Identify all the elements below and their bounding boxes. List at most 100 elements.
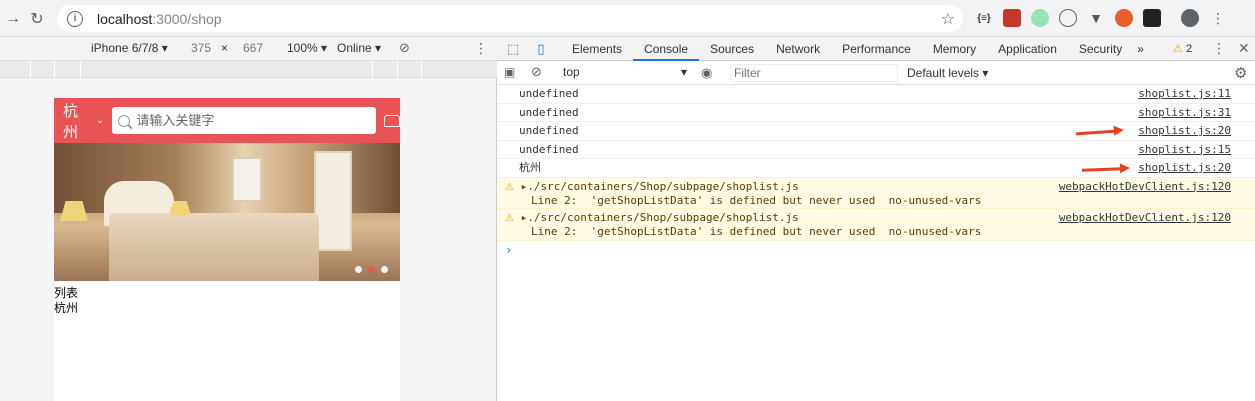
log-source-link[interactable]: shoplist.js:11 <box>1138 85 1231 103</box>
sidebar-toggle-icon[interactable]: ▣ <box>504 65 515 79</box>
carousel-indicators <box>355 266 388 273</box>
tab-application[interactable]: Application <box>987 37 1068 61</box>
more-tabs-button[interactable]: » <box>1133 37 1148 61</box>
log-source-link[interactable]: shoplist.js:20 <box>1138 159 1231 177</box>
bookmark-star-icon[interactable]: ☆ <box>941 9 955 29</box>
tab-memory[interactable]: Memory <box>922 37 987 61</box>
log-source-link[interactable]: shoplist.js:20 <box>1138 122 1231 140</box>
warning-message: Line 2: 'getShopListData' is defined but… <box>531 225 982 238</box>
green-extension-icon[interactable] <box>1031 9 1049 27</box>
warning-icon: ⚠ <box>505 213 514 224</box>
zoom-select[interactable]: 100% ▾ <box>287 41 327 55</box>
clear-console-icon[interactable]: ⊘ <box>531 64 542 80</box>
carousel-banner[interactable] <box>54 143 400 281</box>
warning-source-link[interactable]: webpackHotDevClient.js:120 <box>1059 180 1231 193</box>
warning-message: Line 2: 'getShopListData' is defined but… <box>531 193 982 207</box>
console-log-row: undefined shoplist.js:11 <box>497 85 1255 104</box>
tab-elements[interactable]: Elements <box>561 37 633 61</box>
red-extension-icon[interactable] <box>1003 9 1021 27</box>
console-toolbar: ▣ ⊘ top ▾ ◉ Default levels ▾ ⚙ <box>497 61 1255 85</box>
devtools-menu-icon[interactable]: ⋮ <box>1212 40 1226 57</box>
viewport-width[interactable]: 375 <box>191 41 211 55</box>
search-box[interactable] <box>112 107 377 134</box>
url-host: localhost <box>97 10 153 27</box>
warning-count: 2 <box>1185 43 1193 55</box>
network-throttle-select[interactable]: Online ▾ <box>337 41 381 55</box>
close-icon[interactable]: ✕ <box>1238 40 1250 57</box>
log-source-link[interactable]: shoplist.js:15 <box>1138 141 1231 159</box>
device-toolbar: iPhone 6/7/8 ▾ 375 × 667 100% ▾ Online ▾… <box>0 37 497 61</box>
log-message: 杭州 <box>519 161 541 174</box>
log-message: undefined <box>519 87 579 100</box>
vue-devtools-icon[interactable]: ▼ <box>1087 9 1105 27</box>
tab-network[interactable]: Network <box>765 37 831 61</box>
viewport-height[interactable]: 667 <box>243 41 263 55</box>
search-input[interactable] <box>136 113 357 128</box>
list-section: 列表 杭州 <box>54 281 400 316</box>
warning-icon: ⚠ <box>1173 43 1183 55</box>
log-message: undefined <box>519 124 579 137</box>
history-extension-icon[interactable] <box>1059 9 1077 27</box>
context-value: top <box>563 65 580 79</box>
dark-extension-icon[interactable] <box>1143 9 1161 27</box>
log-levels-select[interactable]: Default levels ▾ <box>907 66 988 80</box>
carousel-dot[interactable] <box>381 266 388 273</box>
device-select[interactable]: iPhone 6/7/8 ▾ <box>91 41 168 55</box>
profile-avatar-icon[interactable] <box>1181 9 1199 27</box>
search-icon <box>118 114 131 127</box>
live-expression-eye-icon[interactable]: ◉ <box>701 65 712 81</box>
console-warning-row[interactable]: ⚠ ▸./src/containers/Shop/subpage/shoplis… <box>497 177 1255 209</box>
context-select[interactable]: top ▾ <box>563 65 687 81</box>
console-output: undefined shoplist.js:11 undefined shopl… <box>497 85 1255 259</box>
rotate-icon[interactable]: ⊘ <box>399 40 410 56</box>
city-selector[interactable]: 杭州 ⌄ <box>63 100 104 142</box>
warning-source-link[interactable]: webpackHotDevClient.js:120 <box>1059 211 1231 224</box>
url-text[interactable]: localhost:3000/shop <box>97 11 222 27</box>
list-label: 列表 <box>54 286 79 300</box>
site-info-icon[interactable]: i <box>67 10 83 27</box>
device-viewport: 杭州 ⌄ 列表 杭州 <box>0 78 497 401</box>
carousel-dot-active[interactable] <box>368 266 375 273</box>
warning-counter[interactable]: ⚠ 2 <box>1173 42 1192 55</box>
chrome-menu-icon[interactable]: ⋮ <box>1209 9 1227 27</box>
user-icon[interactable] <box>384 114 400 127</box>
tab-console[interactable]: Console <box>633 37 700 61</box>
filter-input[interactable] <box>730 64 898 82</box>
warning-path: ▸./src/containers/Shop/subpage/shoplist.… <box>520 211 799 224</box>
app-screen: 杭州 ⌄ 列表 杭州 <box>54 98 400 401</box>
console-log-row: 杭州 shoplist.js:20 <box>497 159 1255 178</box>
carousel-dot[interactable] <box>355 266 362 273</box>
gear-icon[interactable]: ⚙ <box>1234 64 1247 82</box>
warning-path: ▸./src/containers/Shop/subpage/shoplist.… <box>520 179 799 193</box>
dropdown-arrow-icon: ▾ <box>680 65 687 79</box>
reload-icon[interactable]: ↻ <box>24 6 50 32</box>
list-city: 杭州 <box>54 301 79 315</box>
console-log-row: undefined shoplist.js:20 <box>497 122 1255 141</box>
browser-toolbar: → ↻ i localhost:3000/shop ☆ {≡} ▼ ⋮ <box>0 0 1255 37</box>
json-extension-icon[interactable]: {≡} <box>975 9 993 27</box>
dimension-separator: × <box>221 41 229 55</box>
tab-performance[interactable]: Performance <box>831 37 922 61</box>
console-log-row: undefined shoplist.js:31 <box>497 104 1255 122</box>
forward-icon[interactable]: → <box>0 6 26 32</box>
device-menu-icon[interactable]: ⋮ <box>474 40 488 57</box>
inspect-element-icon[interactable]: ⬚ <box>505 41 521 57</box>
tab-sources[interactable]: Sources <box>699 37 765 61</box>
orange-extension-icon[interactable] <box>1115 9 1133 27</box>
media-query-ruler <box>0 61 497 78</box>
warning-icon: ⚠ <box>505 181 514 193</box>
extension-icons: {≡} ▼ ⋮ <box>975 9 1227 27</box>
log-message: undefined <box>519 142 579 156</box>
console-log-row: undefined shoplist.js:15 <box>497 141 1255 159</box>
device-toggle-icon[interactable]: ▯ <box>533 41 549 57</box>
log-message: undefined <box>519 105 579 119</box>
log-source-link[interactable]: shoplist.js:31 <box>1138 104 1231 122</box>
tab-security[interactable]: Security <box>1068 37 1133 61</box>
console-prompt[interactable]: › <box>497 241 1255 259</box>
devtools-tabbar: ⬚ ▯ Elements Console Sources Network Per… <box>497 37 1255 61</box>
city-name: 杭州 <box>63 102 79 141</box>
address-bar[interactable]: i localhost:3000/shop ☆ <box>57 5 963 32</box>
console-warning-row[interactable]: ⚠ ▸./src/containers/Shop/subpage/shoplis… <box>497 209 1255 241</box>
devtools-panel: ⬚ ▯ Elements Console Sources Network Per… <box>497 37 1255 401</box>
url-path: :3000/shop <box>152 10 222 27</box>
